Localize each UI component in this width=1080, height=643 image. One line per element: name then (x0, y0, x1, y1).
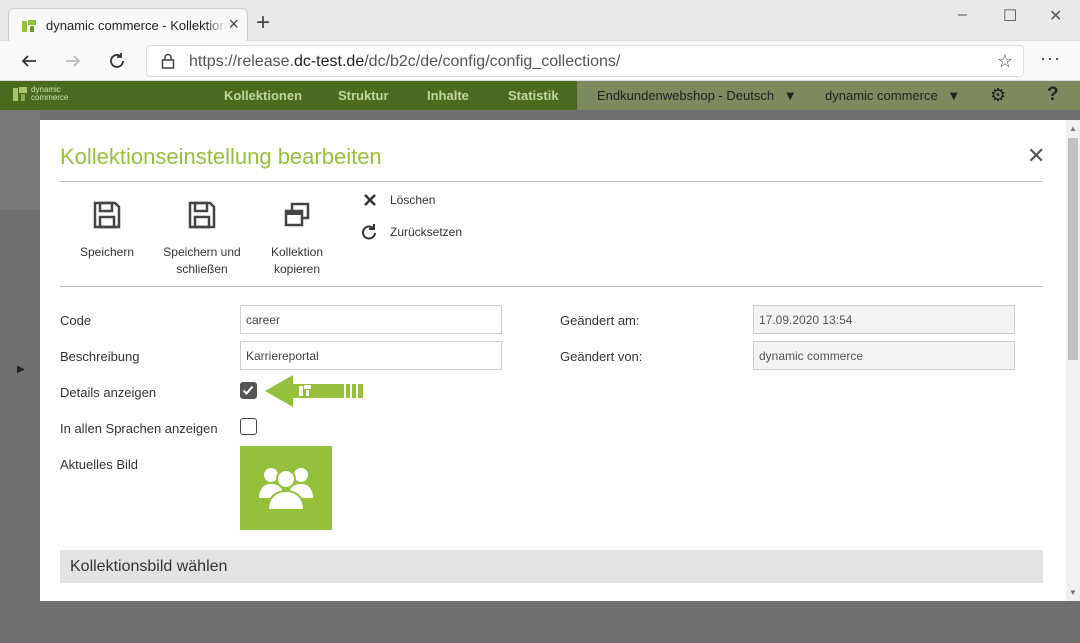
app-brand: dynamic commerce (31, 85, 69, 102)
nav-kollektionen[interactable]: Kollektionen (224, 88, 302, 103)
maximize-icon[interactable]: ☐ (1003, 6, 1017, 26)
show-details-checkbox[interactable] (240, 382, 257, 399)
save-close-button[interactable]: Speichern und schließen (152, 198, 252, 278)
save-close-label: Speichern und schließen (163, 245, 241, 276)
favorite-star-icon[interactable]: ☆ (997, 51, 1013, 72)
title-divider (60, 181, 1043, 182)
dialog-close-icon[interactable]: ✕ (1027, 145, 1045, 167)
background-panel (0, 110, 40, 210)
shop-select[interactable]: Endkundenwebshop - Deutsch ▼ (597, 88, 797, 103)
edit-collection-dialog: Kollektionseinstellung bearbeiten ✕ Spei… (40, 120, 1066, 601)
delete-label: Löschen (390, 193, 436, 207)
collection-image (240, 446, 332, 530)
forward-icon[interactable] (61, 49, 85, 73)
tab-close-icon[interactable]: × (228, 14, 239, 34)
changed-at-label: Geändert am: (560, 313, 640, 328)
changed-at-field (753, 305, 1015, 334)
nav-struktur[interactable]: Struktur (338, 88, 389, 103)
all-languages-label: In allen Sprachen anzeigen (60, 421, 218, 436)
chevron-down-icon: ▼ (947, 88, 961, 103)
show-details-label: Details anzeigen (60, 385, 157, 400)
address-bar: https://release.dc-test.de/dc/b2c/de/con… (0, 41, 1080, 81)
code-input[interactable] (240, 305, 502, 334)
tab-title: dynamic commerce - Kollektionen (46, 18, 226, 33)
new-tab-icon[interactable]: + (256, 11, 270, 35)
app-logo[interactable]: dynamic commerce (12, 85, 71, 103)
users-group-icon (259, 468, 313, 511)
reload-icon[interactable] (105, 49, 129, 73)
browser-tab[interactable]: dynamic commerce - Kollektionen × (8, 8, 248, 41)
floppy-disk-icon (57, 198, 157, 232)
copy-icon (247, 198, 347, 232)
current-image-label: Aktuelles Bild (60, 457, 139, 472)
highlight-arrow-icon (265, 374, 365, 413)
back-icon[interactable] (17, 49, 41, 73)
nav-statistik[interactable]: Statistik (508, 88, 559, 103)
code-label: Code (60, 313, 92, 328)
browser-tabbar: dynamic commerce - Kollektionen × + – ☐ … (0, 0, 1080, 41)
url-text: https://release.dc-test.de/dc/b2c/de/con… (189, 53, 621, 70)
save-label: Speichern (79, 245, 135, 259)
floppy-disk-icon (152, 198, 252, 232)
dc-logo-icon (13, 87, 27, 101)
lock-icon (161, 53, 175, 74)
choose-image-section-header[interactable]: Kollektionsbild wählen (60, 550, 1043, 583)
reset-icon (360, 224, 380, 240)
company-select[interactable]: dynamic commerce ▼ (825, 88, 960, 103)
chevron-down-icon: ▼ (783, 88, 797, 103)
dialog-scrollbar[interactable]: ▲ ▼ (1066, 120, 1080, 601)
scroll-thumb[interactable] (1068, 138, 1078, 360)
dialog-title: Kollektionseinstellung bearbeiten (60, 144, 382, 169)
settings-gear-icon[interactable]: ⚙ (990, 85, 1006, 106)
scroll-up-icon[interactable]: ▲ (1069, 124, 1077, 133)
reset-label: Zurücksetzen (390, 225, 463, 239)
reset-button[interactable]: Zurücksetzen (360, 224, 462, 240)
dc-favicon-icon (21, 18, 37, 34)
all-languages-checkbox[interactable] (240, 418, 257, 435)
tree-caret-icon: ▶ (17, 364, 25, 375)
description-label: Beschreibung (60, 349, 140, 364)
delete-x-icon (360, 194, 380, 206)
delete-button[interactable]: Löschen (360, 193, 435, 207)
browser-menu-icon[interactable]: ··· (1040, 48, 1061, 69)
minimize-icon[interactable]: – (958, 6, 967, 24)
scroll-down-icon[interactable]: ▼ (1069, 588, 1077, 597)
copy-collection-button[interactable]: Kollektion kopieren (247, 198, 347, 278)
toolbar-divider (60, 286, 1043, 287)
nav-inhalte[interactable]: Inhalte (427, 88, 469, 103)
changed-by-field (753, 341, 1015, 370)
save-button[interactable]: Speichern (57, 198, 157, 261)
url-field[interactable]: https://release.dc-test.de/dc/b2c/de/con… (146, 45, 1024, 77)
app-header: dynamic commerce Kollektionen Struktur I… (0, 81, 1080, 110)
changed-by-label: Geändert von: (560, 349, 643, 364)
window-close-icon[interactable]: ✕ (1049, 6, 1062, 26)
description-input[interactable] (240, 341, 502, 370)
checkmark-icon (242, 385, 254, 395)
copy-label: Kollektion kopieren (270, 245, 324, 276)
help-icon[interactable]: ? (1047, 84, 1059, 106)
section-title: Kollektionsbild wählen (70, 558, 228, 575)
